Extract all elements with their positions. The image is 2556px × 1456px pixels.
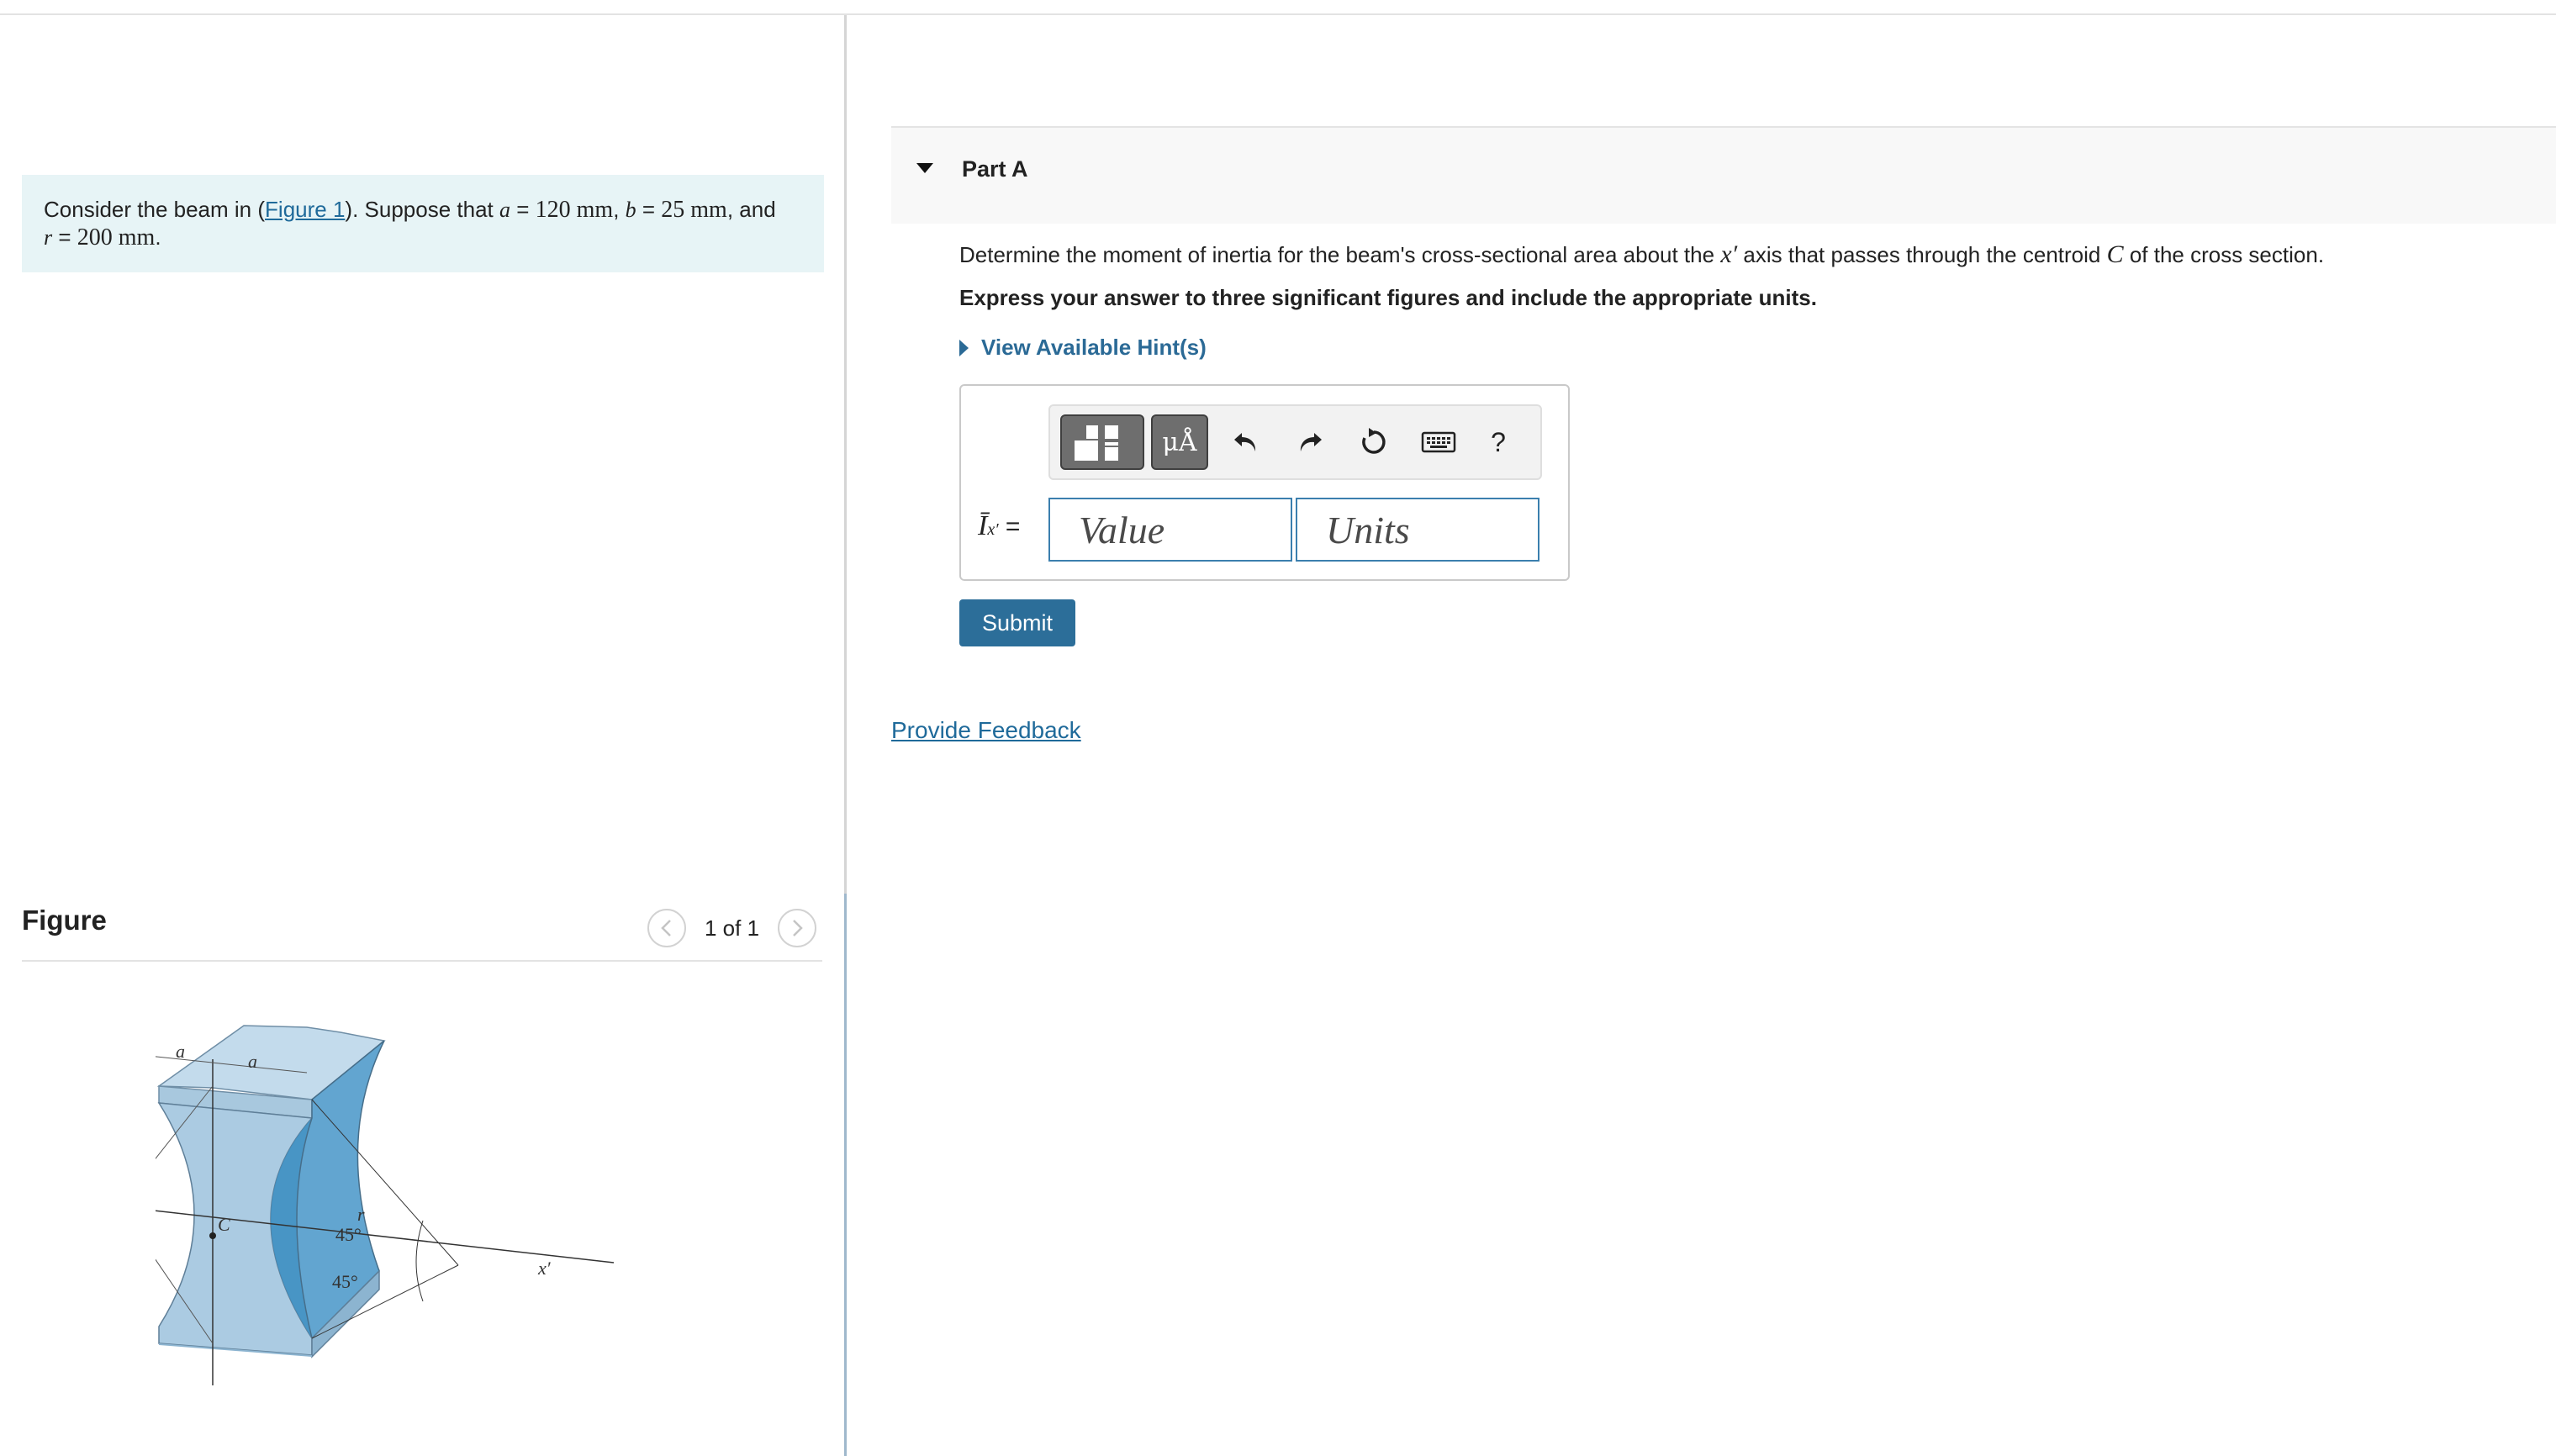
keyboard-button[interactable] bbox=[1415, 419, 1462, 465]
pane-divider-scrollbar[interactable] bbox=[844, 894, 847, 1456]
templates-icon bbox=[1075, 425, 1118, 461]
answer-label: Īx′ = bbox=[978, 510, 1020, 542]
reset-button[interactable] bbox=[1353, 419, 1395, 465]
view-hints-toggle[interactable]: View Available Hint(s) bbox=[958, 335, 1207, 361]
label-r-right: r bbox=[357, 1204, 365, 1225]
figure-title: Figure bbox=[22, 905, 107, 936]
label-a-right: a bbox=[248, 1051, 257, 1072]
question-text-part: Determine the moment of inertia for the … bbox=[959, 242, 1721, 267]
answer-box: μÅ ? Īx′ = bbox=[959, 384, 1570, 581]
figure-page-count: 1 of 1 bbox=[705, 915, 760, 941]
var-r: r bbox=[44, 225, 53, 250]
figure-link[interactable]: Figure 1 bbox=[265, 197, 345, 222]
templates-button[interactable] bbox=[1060, 414, 1144, 470]
submit-button[interactable]: Submit bbox=[959, 599, 1075, 646]
var-a: a bbox=[499, 198, 510, 222]
figure-pager: 1 of 1 bbox=[647, 907, 817, 949]
var-b: b bbox=[625, 198, 636, 222]
value-r: 200 mm bbox=[77, 224, 156, 251]
problem-statement: Consider the beam in (Figure 1). Suppose… bbox=[22, 175, 824, 272]
label-a-left: a bbox=[176, 1041, 185, 1062]
chevron-left-icon bbox=[661, 920, 671, 936]
centroid-point bbox=[209, 1232, 216, 1239]
label-angle-3: 45° bbox=[335, 1224, 362, 1245]
intro-text: Consider the beam in ( bbox=[44, 197, 266, 222]
moment-subscript: x′ bbox=[987, 520, 999, 539]
separator: , and bbox=[726, 197, 776, 222]
part-a-header[interactable]: Part A bbox=[891, 126, 2556, 224]
equals-sign: = bbox=[52, 224, 77, 250]
caret-down-icon bbox=[916, 163, 933, 173]
label-centroid: C bbox=[218, 1214, 230, 1235]
figure-rule bbox=[22, 960, 822, 962]
centroid-symbol: C bbox=[2106, 240, 2124, 268]
provide-feedback-link[interactable]: Provide Feedback bbox=[891, 717, 1081, 744]
question-text: Determine the moment of inertia for the … bbox=[959, 240, 2324, 269]
value-a: 120 mm bbox=[535, 197, 614, 223]
label-angle-4: 45° bbox=[332, 1271, 358, 1292]
answer-instruction: Express your answer to three significant… bbox=[959, 285, 1817, 310]
beam-figure: a a b b r r 45° 45° 45° 45° C x′ bbox=[156, 1025, 615, 1385]
intro-text: ). Suppose that bbox=[345, 197, 499, 222]
undo-icon bbox=[1234, 433, 1256, 451]
figure-prev-button[interactable] bbox=[647, 909, 686, 947]
equals-sign: = bbox=[510, 197, 536, 222]
moment-symbol: Ī bbox=[978, 510, 988, 541]
question-text-part: of the cross section. bbox=[2123, 242, 2325, 267]
help-button[interactable]: ? bbox=[1477, 419, 1519, 465]
help-icon: ? bbox=[1491, 426, 1506, 457]
undo-button[interactable] bbox=[1225, 419, 1267, 465]
separator: , bbox=[613, 197, 626, 222]
top-rule bbox=[0, 13, 2556, 15]
part-title: Part A bbox=[962, 156, 1028, 182]
keyboard-icon bbox=[1421, 431, 1456, 453]
separator: . bbox=[155, 224, 161, 250]
caret-right-icon bbox=[959, 339, 969, 356]
units-button[interactable]: μÅ bbox=[1151, 414, 1208, 470]
equals-sign: = bbox=[636, 197, 662, 222]
chevron-right-icon bbox=[793, 920, 803, 936]
question-text-part: axis that passes through the centroid bbox=[1737, 242, 2107, 267]
equals-sign: = bbox=[998, 513, 1021, 541]
redo-icon bbox=[1300, 433, 1322, 451]
units-input[interactable] bbox=[1296, 498, 1539, 562]
value-input[interactable] bbox=[1048, 498, 1292, 562]
math-toolbar: μÅ ? bbox=[1048, 404, 1542, 480]
label-x-prime: x′ bbox=[537, 1258, 552, 1279]
reset-icon bbox=[1362, 428, 1386, 454]
units-icon: μÅ bbox=[1162, 427, 1197, 457]
redo-button[interactable] bbox=[1289, 419, 1331, 465]
axis-symbol: x′ bbox=[1720, 240, 1738, 268]
value-b: 25 mm bbox=[661, 197, 727, 223]
hint-label: View Available Hint(s) bbox=[981, 335, 1207, 360]
angle-arc-right bbox=[415, 1220, 424, 1302]
figure-next-button[interactable] bbox=[778, 909, 817, 947]
